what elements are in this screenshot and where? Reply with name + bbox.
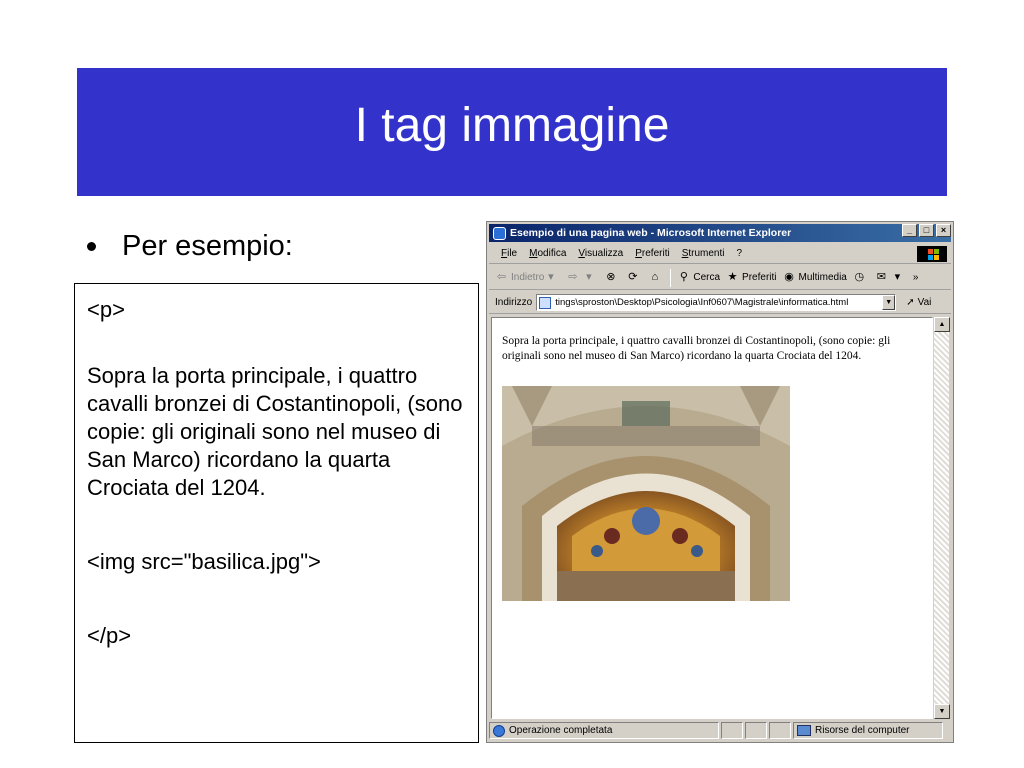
home-icon: ⌂ — [651, 271, 659, 283]
vertical-scrollbar[interactable]: ▲ ▼ — [933, 317, 950, 719]
chevron-down-icon: ▾ — [586, 271, 592, 283]
address-value: tings\sproston\Desktop\Psicologia\Inf060… — [555, 297, 849, 308]
mail-icon: ✉ — [876, 271, 886, 283]
menu-file[interactable]: File — [501, 248, 517, 259]
code-open-tag: <p> — [87, 297, 125, 322]
multimedia-icon: ◉ — [784, 271, 794, 283]
search-button[interactable]: ⚲ Cerca — [677, 271, 720, 284]
code-close-tag: </p> — [87, 623, 132, 648]
stop-icon: ⊗ — [606, 271, 616, 283]
bullet-text: Per esempio: — [122, 230, 293, 262]
chevron-down-icon: ▾ — [548, 271, 554, 283]
menu-help[interactable]: ? — [737, 248, 743, 259]
page-content: Sopra la porta principale, i quattro cav… — [491, 317, 933, 719]
scroll-down-icon[interactable]: ▼ — [934, 704, 950, 719]
address-input[interactable]: tings\sproston\Desktop\Psicologia\Inf060… — [536, 294, 897, 311]
code-example-box: <p> Sopra la porta principale, i quattro… — [74, 283, 479, 743]
forward-arrow-icon: ⇨ — [568, 271, 578, 283]
browser-window: Esempio di una pagina web - Microsoft In… — [486, 221, 954, 743]
browser-title: Esempio di una pagina web - Microsoft In… — [510, 227, 792, 239]
search-icon: ⚲ — [679, 271, 688, 283]
close-button[interactable]: × — [936, 224, 951, 237]
browser-titlebar: Esempio di una pagina web - Microsoft In… — [489, 224, 951, 242]
history-button[interactable]: ◷ — [853, 271, 869, 284]
windows-logo-icon — [917, 246, 947, 262]
chevron-down-icon: ▾ — [894, 271, 901, 283]
status-message-pane: Operazione completata — [489, 722, 719, 739]
history-icon: ◷ — [854, 271, 865, 283]
home-button[interactable]: ⌂ — [648, 271, 664, 284]
toolbar: ⇦ Indietro ▾ ⇨ ▾ ⊗ ⟳ ⌂ ⚲ Cerca ★ Preferi… — [489, 266, 951, 290]
page-icon — [539, 296, 552, 309]
forward-button[interactable]: ⇨ ▾ — [566, 271, 598, 284]
favorites-icon: ★ — [727, 271, 738, 283]
menu-modifica[interactable]: Modifica — [529, 248, 566, 259]
ie-page-icon — [493, 724, 505, 737]
address-dropdown-icon[interactable]: ▼ — [882, 295, 896, 310]
status-zone-pane: Risorse del computer — [793, 722, 943, 739]
menu-bar: File Modifica Visualizza Preferiti Strum… — [489, 244, 951, 264]
code-img-tag: <img src="basilica.jpg"> — [87, 549, 321, 574]
basilica-image — [502, 386, 790, 601]
refresh-button[interactable]: ⟳ — [626, 271, 642, 284]
toolbar-more-button[interactable]: » — [913, 272, 919, 283]
menu-strumenti[interactable]: Strumenti — [682, 248, 725, 259]
slide-title: I tag immagine — [354, 99, 670, 152]
mail-button[interactable]: ✉ ▾ — [875, 271, 907, 284]
toolbar-separator — [670, 268, 672, 287]
bullet-item: Per esempio: — [87, 230, 293, 263]
minimize-button[interactable]: _ — [902, 224, 917, 237]
bullet-dot — [87, 242, 96, 251]
ie-icon — [493, 226, 506, 240]
scroll-up-icon[interactable]: ▲ — [934, 317, 950, 332]
menu-visualizza[interactable]: Visualizza — [578, 248, 623, 259]
back-arrow-icon: ⇦ — [496, 271, 507, 283]
status-pane-empty — [769, 722, 791, 739]
menu-preferiti[interactable]: Preferiti — [635, 248, 669, 259]
multimedia-button[interactable]: ◉ Multimedia — [783, 271, 847, 284]
back-button[interactable]: ⇦ Indietro ▾ — [495, 271, 560, 284]
status-bar: Operazione completata Risorse del comput… — [489, 721, 951, 740]
title-banner: I tag immagine — [77, 68, 947, 196]
refresh-icon: ⟳ — [628, 271, 638, 283]
stop-button[interactable]: ⊗ — [604, 271, 620, 284]
favorites-button[interactable]: ★ Preferiti — [726, 271, 777, 284]
window-controls: _ □ × — [902, 224, 951, 237]
go-button[interactable]: ➚ Vai — [906, 297, 931, 308]
code-paragraph: Sopra la porta principale, i quattro cav… — [87, 363, 463, 500]
computer-icon — [797, 725, 811, 736]
page-text: Sopra la porta principale, i quattro cav… — [502, 335, 891, 362]
status-pane-empty — [745, 722, 767, 739]
go-arrow-icon: ➚ — [906, 297, 915, 308]
maximize-button[interactable]: □ — [919, 224, 934, 237]
address-label: Indirizzo — [495, 297, 533, 308]
address-bar: Indirizzo tings\sproston\Desktop\Psicolo… — [489, 292, 951, 314]
status-pane-empty — [721, 722, 743, 739]
